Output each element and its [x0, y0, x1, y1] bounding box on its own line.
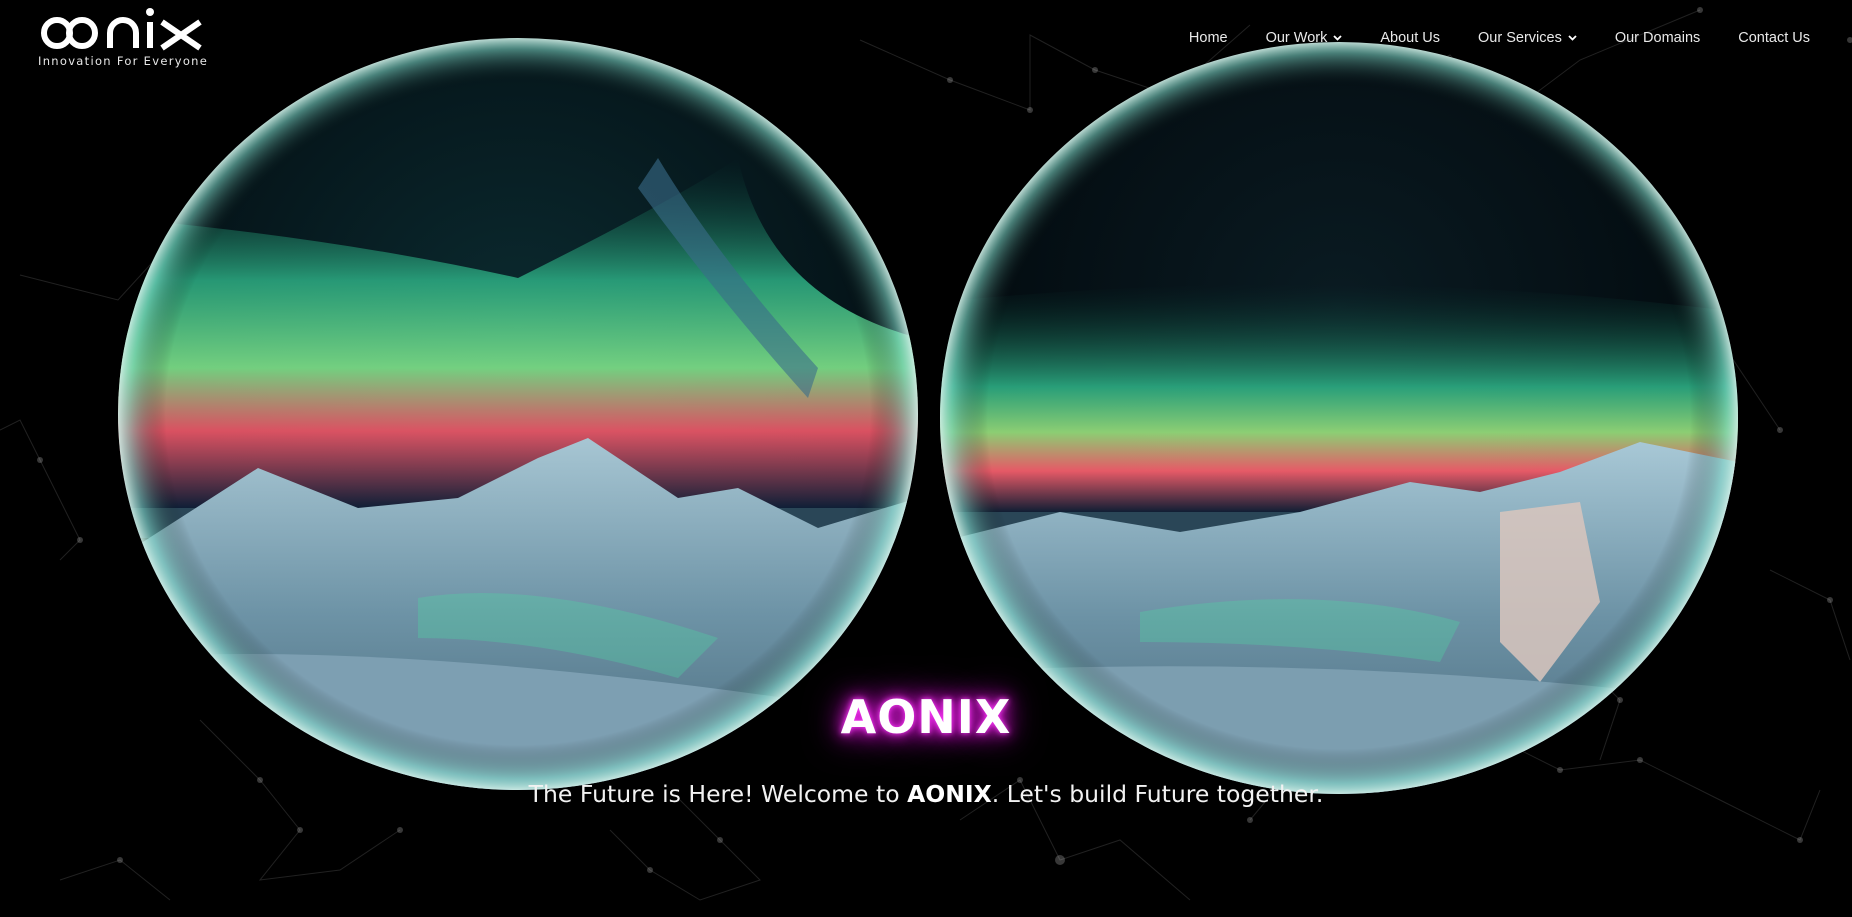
nav-our-work-label: Our Work	[1265, 30, 1328, 46]
nav-about-us[interactable]: About Us	[1380, 30, 1440, 46]
hero-brand-title: AONIX	[840, 690, 1012, 744]
site-logo[interactable]: Innovation For Everyone	[38, 6, 208, 68]
nav-contact-us-label: Contact Us	[1738, 30, 1810, 46]
main-navigation: Home Our Work About Us Our Services Our …	[1189, 30, 1810, 46]
nav-our-services-label: Our Services	[1478, 30, 1562, 46]
hero-tagline: The Future is Here! Welcome to AONIX. Le…	[0, 780, 1852, 808]
nav-home-label: Home	[1188, 30, 1228, 46]
nav-home[interactable]: Home	[1189, 30, 1228, 46]
hero-tagline-start: The Future is Here! Welcome to	[528, 780, 908, 808]
aurora-orb-left	[118, 38, 918, 790]
nav-our-domains[interactable]: Our Domains	[1615, 30, 1700, 46]
nav-our-work[interactable]: Our Work	[1266, 30, 1343, 46]
aurora-orb-right	[940, 42, 1738, 794]
nav-about-us-label: About Us	[1380, 30, 1441, 46]
nav-contact-us[interactable]: Contact Us	[1738, 30, 1810, 46]
nav-our-domains-label: Our Domains	[1614, 30, 1701, 46]
logo-tagline: Innovation For Everyone	[38, 54, 209, 68]
chevron-down-icon	[1333, 35, 1343, 41]
chevron-down-icon	[1568, 35, 1577, 41]
hero-tagline-brand: AONIX	[907, 780, 992, 808]
logo-mark-icon	[41, 8, 202, 51]
nav-our-services[interactable]: Our Services	[1478, 30, 1577, 46]
hero-tagline-end: . Let's build Future together.	[991, 780, 1324, 808]
